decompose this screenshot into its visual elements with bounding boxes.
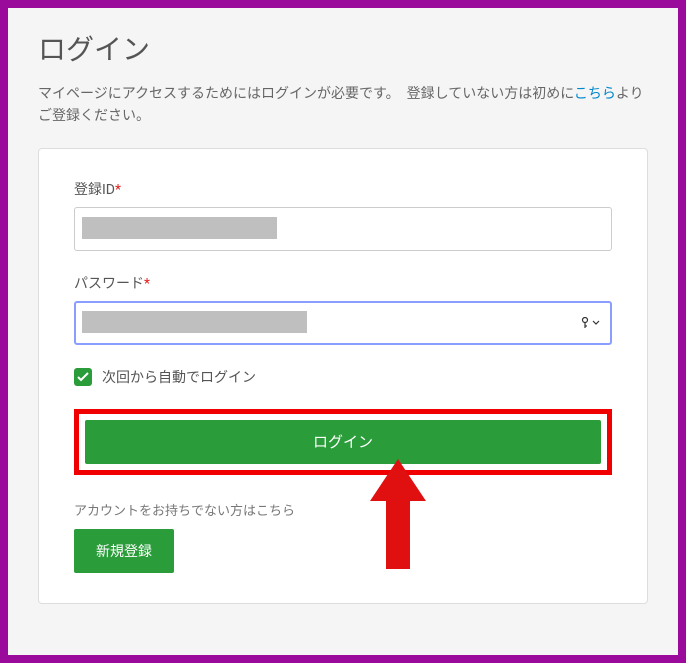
required-mark: *: [115, 182, 121, 198]
id-label-text: 登録ID: [74, 182, 115, 198]
signup-text: アカウントをお持ちでない方はこちら: [74, 500, 612, 519]
remember-label: 次回から自動でログイン: [102, 367, 256, 387]
register-link[interactable]: こちら: [574, 86, 616, 102]
id-input[interactable]: [74, 207, 612, 251]
intro-text: マイページにアクセスするためにはログインが必要です。 登録していない方は初めにこ…: [38, 83, 648, 128]
password-label: パスワード*: [74, 273, 612, 293]
password-reveal-toggle[interactable]: [580, 317, 600, 329]
id-label: 登録ID*: [74, 179, 612, 199]
page-title: ログイン: [38, 28, 648, 68]
required-mark: *: [144, 276, 150, 292]
key-icon: [580, 317, 590, 329]
chevron-down-icon: [592, 320, 600, 326]
login-button[interactable]: ログイン: [85, 420, 601, 464]
password-input[interactable]: [74, 301, 612, 345]
check-icon: [77, 372, 89, 382]
remember-checkbox[interactable]: [74, 368, 92, 386]
password-label-text: パスワード: [74, 276, 144, 292]
signup-button[interactable]: 新規登録: [74, 529, 174, 573]
login-form-card: 登録ID* パスワード*: [38, 148, 648, 604]
login-button-highlight: ログイン: [74, 409, 612, 475]
intro-before: マイページにアクセスするためにはログインが必要です。 登録していない方は初めに: [38, 86, 574, 102]
